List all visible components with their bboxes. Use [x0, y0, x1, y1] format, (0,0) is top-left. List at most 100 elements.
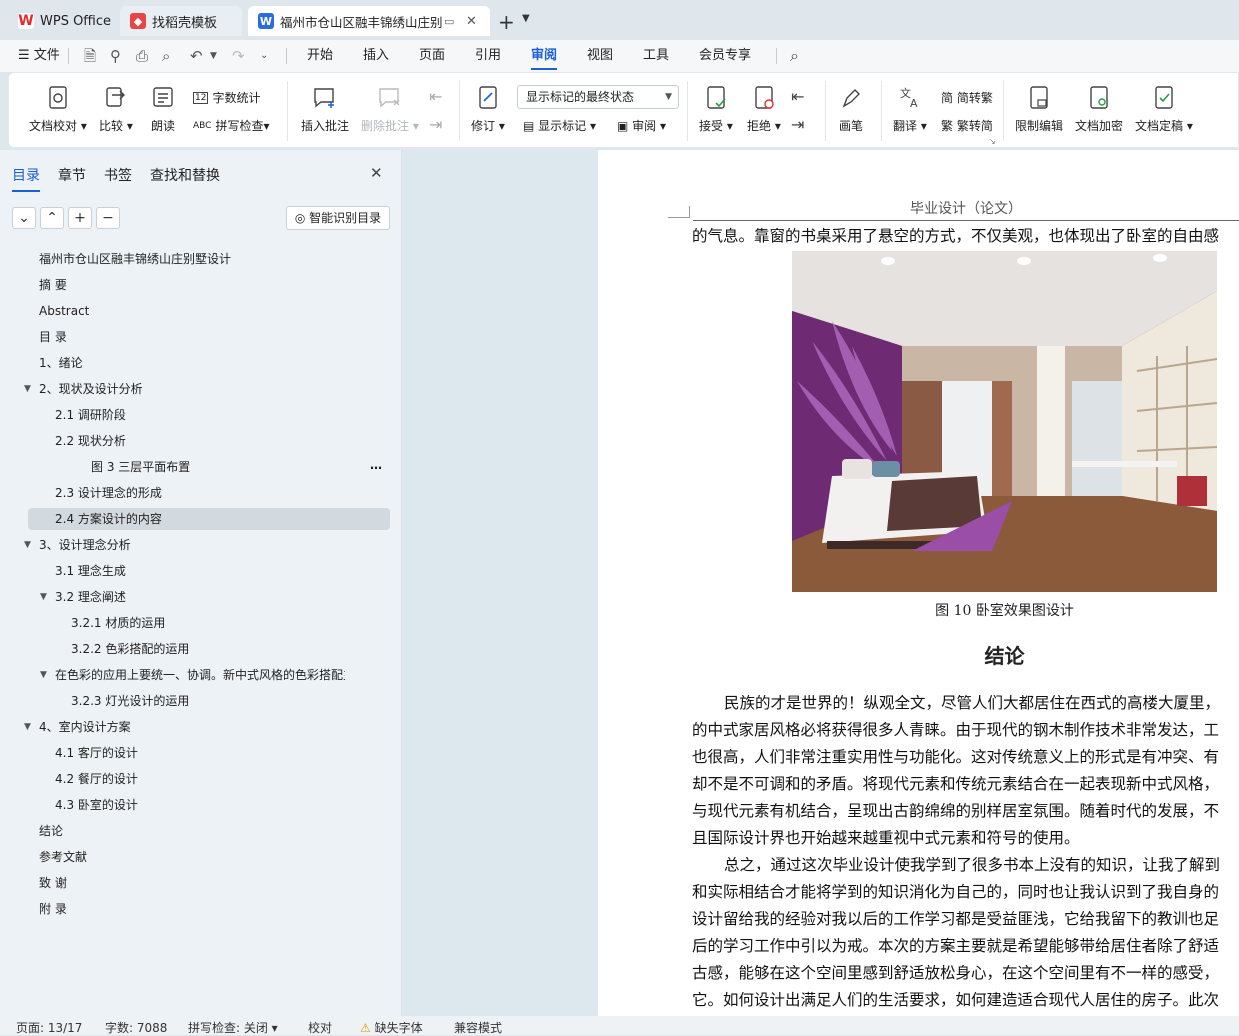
toc-item[interactable]: Abstract [0, 300, 402, 322]
close-icon[interactable]: ✕ [370, 164, 383, 182]
prev-change-icon[interactable]: ⇤ [791, 87, 804, 106]
menu-insert[interactable]: 插入 [363, 40, 389, 72]
toc-item[interactable]: 附 录 [0, 898, 402, 920]
menu-references[interactable]: 引用 [475, 40, 501, 72]
toc-item[interactable]: 3.2.1 材质的运用 [0, 612, 402, 634]
to-simplified-button[interactable]: 繁 繁转简 [941, 117, 993, 134]
file-menu[interactable]: ☰ 文件 [18, 40, 60, 72]
toc-item[interactable]: 参考文献 [0, 846, 402, 868]
spell-check-button[interactable]: ABC 拼写检查 ▾ [193, 117, 270, 134]
finalize-button[interactable]: 文档定稿 ▾ [1135, 85, 1193, 134]
show-markup-button[interactable]: ▤ 显示标记 ▾ [523, 117, 596, 134]
doc-check-button[interactable]: 文档校对 ▾ [29, 85, 87, 134]
menu-home[interactable]: 开始 [307, 40, 333, 72]
panel-tab-find-replace[interactable]: 查找和替换 [150, 165, 220, 185]
redo-icon[interactable]: ↷ [232, 40, 245, 72]
toc-item[interactable]: 3.2.3 灯光设计的运用 [0, 690, 402, 712]
collapse-all-button[interactable]: − [96, 207, 120, 229]
expand-arrow-icon[interactable]: ▼ [24, 534, 31, 556]
undo-icon[interactable]: ↶ [190, 40, 203, 72]
expand-arrow-icon[interactable]: ▼ [24, 716, 31, 738]
toc-item[interactable]: 图 3 三层平面布置… [0, 456, 402, 478]
markup-state-select[interactable]: 显示标记的最终状态 ▼ [517, 85, 679, 109]
toc-item[interactable]: ▼ 2、现状及设计分析 [0, 378, 402, 400]
more-icon[interactable]: … [370, 454, 382, 476]
spell-check-status[interactable]: 拼写检查: 关闭 ▾ [188, 1019, 278, 1036]
monitor-icon[interactable]: ▭ [444, 15, 454, 28]
delete-comment-button[interactable]: 删除批注 ▾ [361, 85, 419, 134]
encrypt-button[interactable]: 文档加密 [1075, 85, 1123, 134]
expand-all-button[interactable]: + [68, 207, 92, 229]
search-icon[interactable]: ⌕ [790, 40, 799, 72]
menu-view[interactable]: 视图 [587, 40, 613, 72]
toc-item[interactable]: ▼ 3.2 理念阐述 [0, 586, 402, 608]
toc-item-label: 4、室内设计方案 [39, 720, 131, 734]
next-change-icon[interactable]: ⇥ [791, 115, 804, 134]
collapse-up-button[interactable]: ⌃ [40, 207, 64, 229]
toc-item[interactable]: 2.3 设计理念的形成 [0, 482, 402, 504]
page-indicator[interactable]: 页面: 13/17 [16, 1019, 82, 1036]
close-icon[interactable]: ✕ [466, 14, 477, 29]
toc-item[interactable]: 4.3 卧室的设计 [0, 794, 402, 816]
panel-tab-chapters[interactable]: 章节 [58, 165, 86, 185]
to-traditional-button[interactable]: 简 简转繁 [941, 89, 993, 106]
translate-button[interactable]: 文A 翻译 ▾ [893, 85, 927, 134]
chevron-down-icon[interactable]: ▼ [522, 13, 530, 24]
panel-tab-toc[interactable]: 目录 [12, 165, 40, 192]
collapse-down-button[interactable]: ⌄ [12, 207, 36, 229]
missing-font-status[interactable]: ⚠ 缺失字体 [360, 1019, 423, 1036]
menu-tools[interactable]: 工具 [643, 40, 669, 72]
toc-item[interactable]: 2.1 调研阶段 [0, 404, 402, 426]
toc-item[interactable]: ▼ 3、设计理念分析 [0, 534, 402, 556]
panel-tab-bookmarks[interactable]: 书签 [104, 165, 132, 185]
menu-member[interactable]: 会员专享 [699, 40, 751, 72]
tab-docer[interactable]: ◆ 找稻壳模板 [120, 6, 242, 36]
restrict-edit-button[interactable]: 限制编辑 [1015, 85, 1063, 134]
expand-arrow-icon[interactable]: ▼ [40, 586, 47, 608]
word-count-button[interactable]: 12 字数统计 [193, 89, 260, 106]
word-count[interactable]: 字数: 7088 [105, 1019, 167, 1036]
toc-item[interactable]: ▼ 4、室内设计方案 [0, 716, 402, 738]
read-aloud-button[interactable]: 朗读 [151, 85, 175, 134]
toc-item[interactable]: ▼ 在色彩的应用上要统一、协调。新中式风格的色彩搭配主要… [0, 664, 402, 686]
link-icon[interactable]: ⚲ [110, 40, 121, 72]
svg-text:A: A [910, 97, 918, 110]
menu-page[interactable]: 页面 [419, 40, 445, 72]
toc-item[interactable]: 目 录 [0, 326, 402, 348]
toc-item[interactable]: 结论 [0, 820, 402, 842]
print-icon[interactable]: ⎙ [136, 40, 148, 72]
toc-item[interactable]: 福州市仓山区融丰锦绣山庄别墅设计 [0, 248, 402, 270]
tab-wps-office[interactable]: W WPS Office [8, 6, 116, 36]
expand-arrow-icon[interactable]: ▼ [40, 664, 47, 686]
tab-document[interactable]: W 福州市仓山区融丰锦绣山庄别墅 ▭ ✕ [248, 6, 490, 36]
insert-comment-button[interactable]: 插入批注 [301, 85, 349, 134]
undo-dropdown-icon[interactable]: ▼ [210, 40, 217, 72]
track-changes-button[interactable]: 修订 ▾ [471, 85, 505, 134]
toc-item[interactable]: 2.2 现状分析 [0, 430, 402, 452]
body-line: 与现代元素有机结合，呈现出古韵绵绵的别样居室氛围。随着时代的发展，不 [692, 802, 1220, 820]
save-icon[interactable]: 🗎 [84, 40, 96, 72]
prev-comment-icon[interactable]: ⇤ [429, 87, 442, 106]
toc-item[interactable]: 2.4 方案设计的内容 [0, 508, 402, 530]
proofread-status[interactable]: 校对 [308, 1019, 332, 1036]
toc-item[interactable]: 3.1 理念生成 [0, 560, 402, 582]
pen-button[interactable]: 画笔 [839, 85, 863, 134]
next-comment-icon[interactable]: ⇥ [429, 115, 442, 134]
toc-item[interactable]: 1、绪论 [0, 352, 402, 374]
review-pane-button[interactable]: ▣ 审阅 ▾ [617, 117, 666, 134]
expand-icon[interactable]: ↘ [989, 137, 996, 146]
more-chevron-icon[interactable]: ⌄ [260, 40, 268, 72]
print-preview-icon[interactable]: ⌕ [162, 40, 170, 72]
toc-item[interactable]: 4.2 餐厅的设计 [0, 768, 402, 790]
new-tab-icon[interactable]: + [498, 10, 515, 34]
accept-button[interactable]: 接受 ▾ [699, 85, 733, 134]
reject-button[interactable]: 拒绝 ▾ [747, 85, 781, 134]
smart-toc-button[interactable]: ◎ 智能识别目录 [286, 206, 390, 230]
expand-arrow-icon[interactable]: ▼ [24, 378, 31, 400]
compare-button[interactable]: 比较 ▾ [99, 85, 133, 134]
toc-item[interactable]: 4.1 客厅的设计 [0, 742, 402, 764]
menu-review[interactable]: 审阅 [531, 40, 558, 70]
toc-item[interactable]: 3.2.2 色彩搭配的运用 [0, 638, 402, 660]
toc-item[interactable]: 致 谢 [0, 872, 402, 894]
toc-item[interactable]: 摘 要 [0, 274, 402, 296]
